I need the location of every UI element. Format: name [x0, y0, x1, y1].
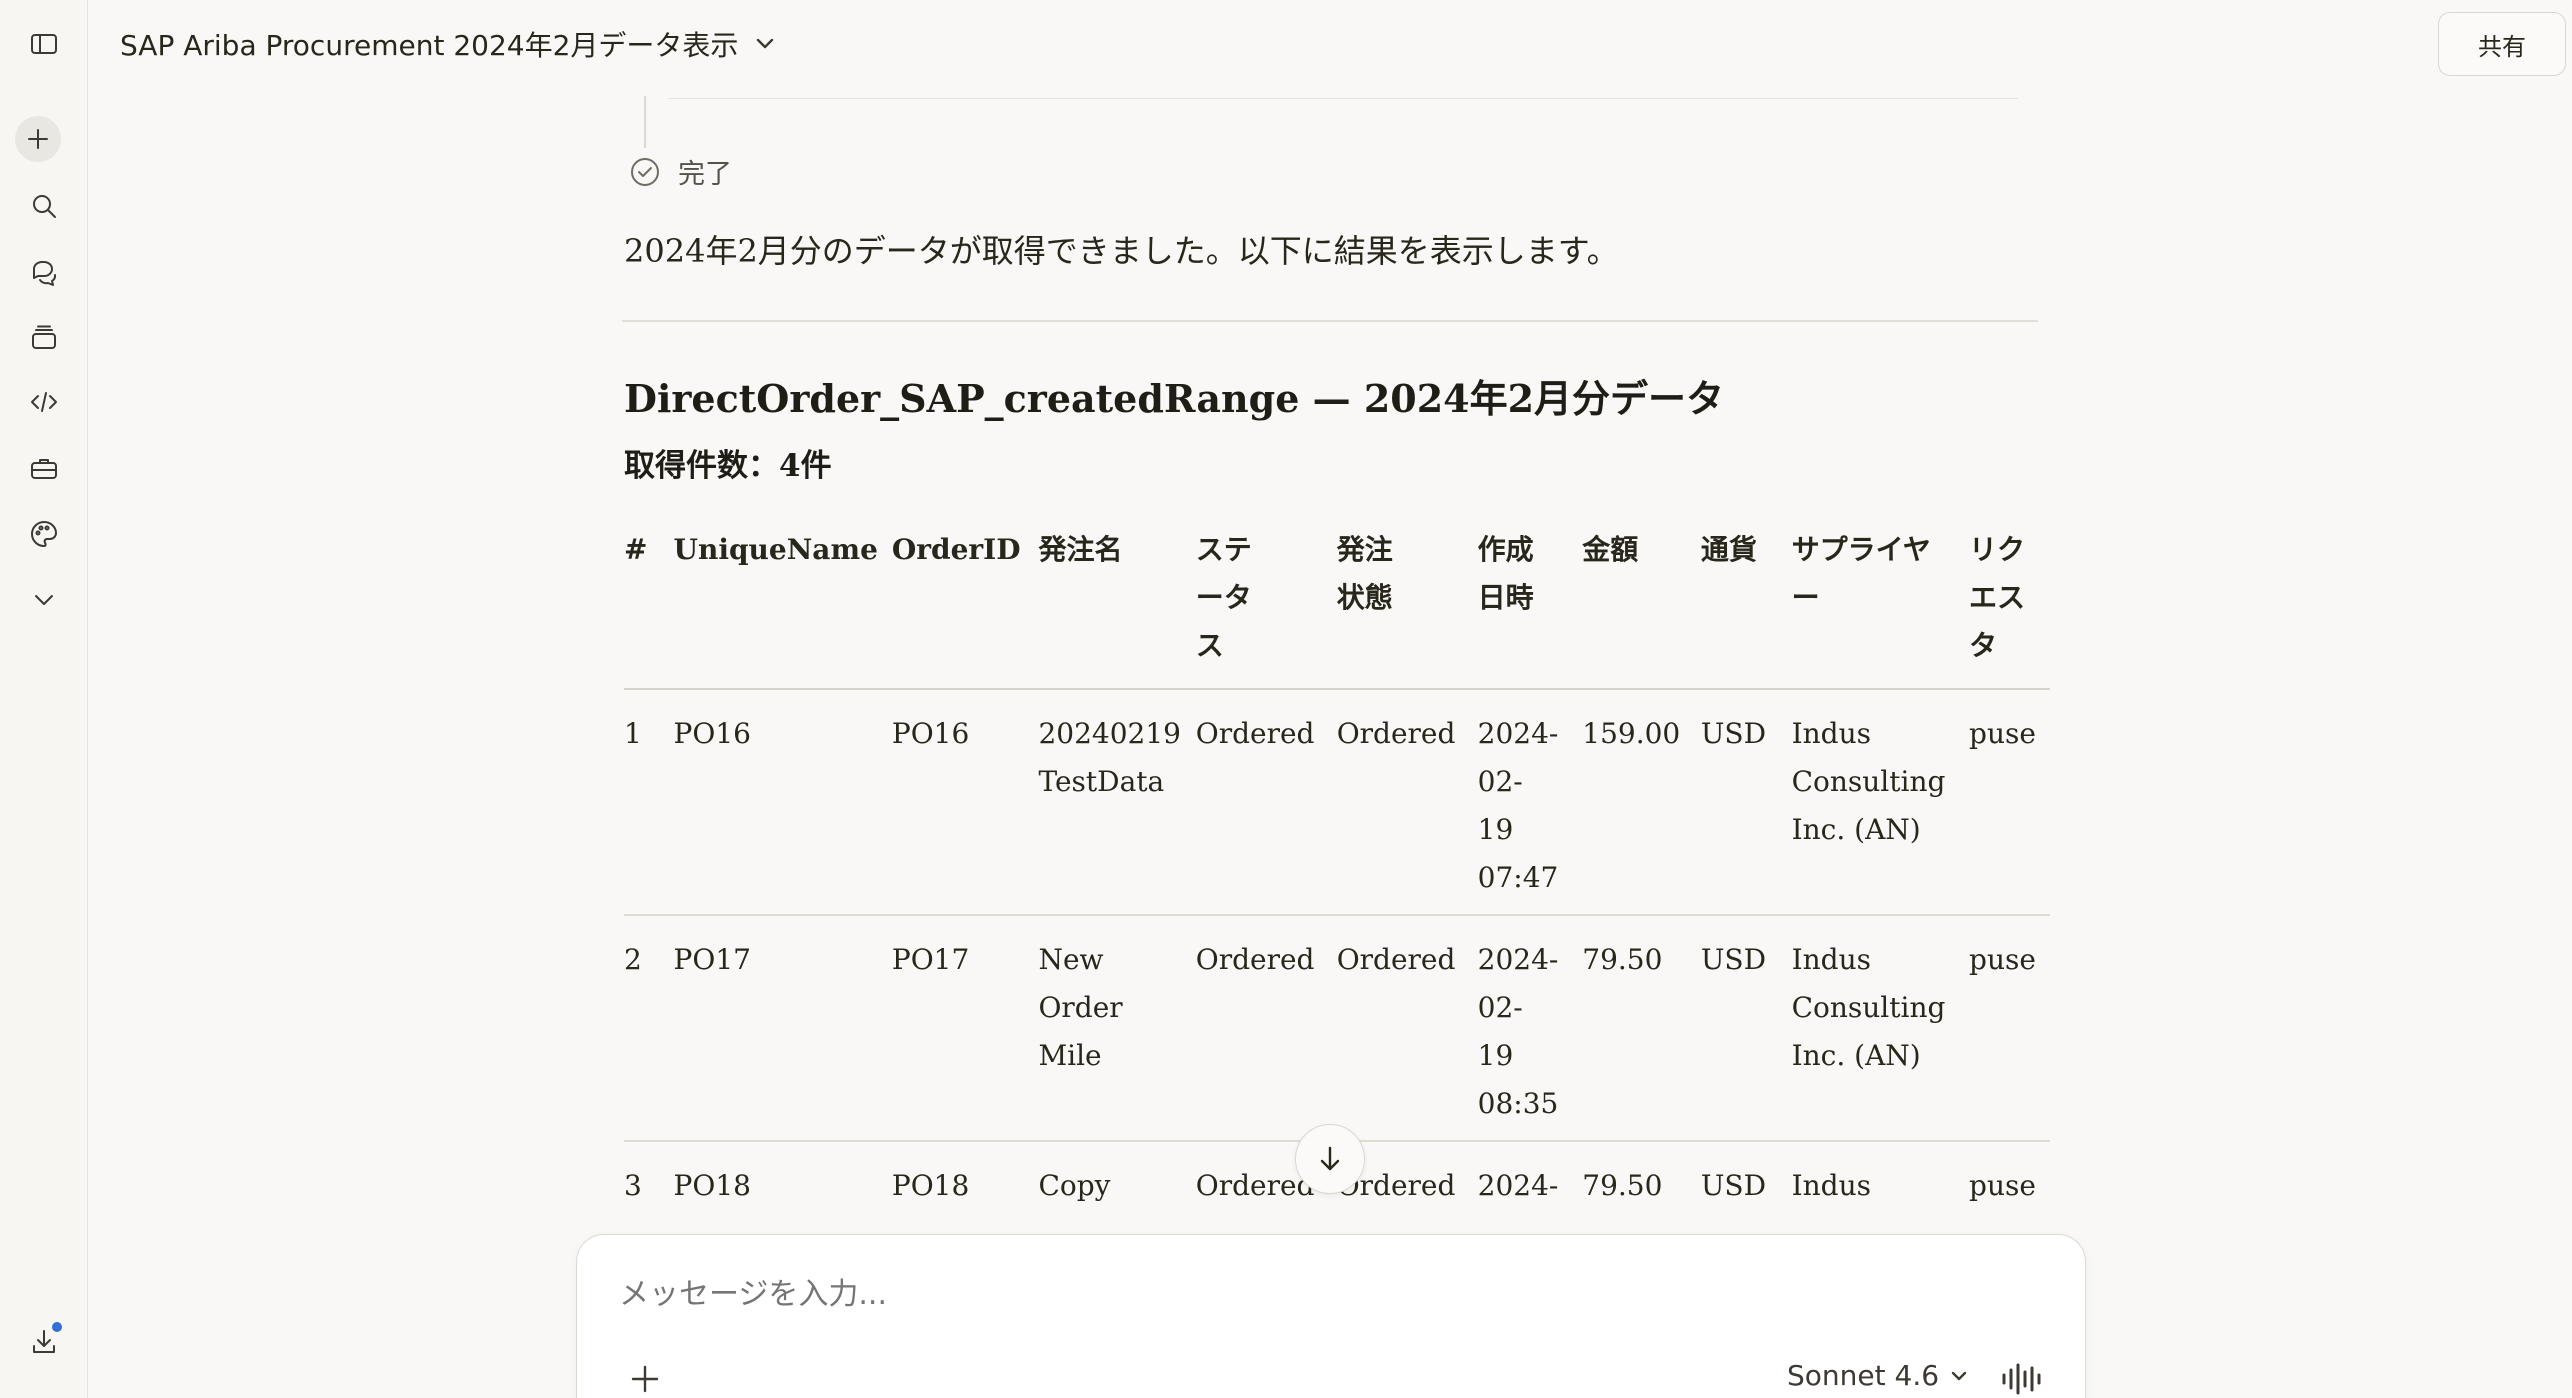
code-icon[interactable] — [18, 376, 70, 428]
section-heading: DirectOrder_SAP_createdRange — 2024年2月分デ… — [624, 376, 1725, 421]
table-cell: 159.00 — [1582, 689, 1701, 916]
table-cell: Copy of New Order Mile — [1038, 1141, 1196, 1212]
table-cell: Indus Consulting Inc. (AN) — [1791, 689, 1970, 916]
waveform-icon — [2002, 1363, 2041, 1395]
table-cell: Indus Consulting Inc. (AN) — [1791, 1141, 1970, 1212]
column-header: 通貨 — [1700, 512, 1792, 690]
divider — [622, 320, 2038, 322]
model-selector[interactable]: Sonnet 4.6 — [1787, 1359, 1969, 1392]
palette-icon[interactable] — [18, 508, 70, 560]
projects-icon[interactable] — [18, 312, 70, 364]
table-row: 2 PO17 PO17 New Order Mile Ordered Order… — [624, 915, 2050, 1142]
table-cell: Ordered — [1195, 915, 1337, 1142]
table-cell: PO16 — [673, 689, 892, 916]
tool-status[interactable]: 完了 — [628, 152, 732, 191]
sidebar-toggle-icon[interactable] — [18, 18, 70, 70]
table-cell: Ordered — [1336, 689, 1478, 916]
column-header: 発注名 — [1038, 512, 1196, 690]
table-cell: New Order Mile — [1038, 915, 1196, 1142]
model-name: Sonnet 4.6 — [1787, 1359, 1940, 1392]
table-cell: puse — [1969, 1141, 2050, 1212]
chevron-down-icon[interactable] — [18, 574, 70, 626]
chevron-down-icon — [757, 38, 774, 49]
notification-dot — [50, 1320, 64, 1334]
plus-icon — [631, 1365, 659, 1393]
share-button[interactable]: 共有 — [2438, 12, 2566, 76]
column-header: # — [624, 512, 674, 690]
table-cell: 79.50 — [1582, 1141, 1701, 1212]
table-cell: puse — [1969, 915, 2050, 1142]
table-cell: PO18 — [673, 1141, 892, 1212]
chevron-down-icon — [1951, 1371, 1967, 1380]
arrow-down-icon — [1320, 1146, 1340, 1171]
check-circle-icon — [631, 157, 659, 186]
table-header-row: # UniqueName OrderID 発注名 ステータス 発注状態 作成日時… — [624, 512, 2050, 690]
chat-title-dropdown[interactable]: SAP Ariba Procurement 2024年2月データ表示 — [120, 22, 778, 66]
search-icon[interactable] — [18, 180, 70, 232]
table-cell: 2024-02-19 08:35 — [1477, 915, 1583, 1142]
table-cell: 3 — [624, 1141, 674, 1212]
table-cell: Ordered — [1195, 689, 1337, 916]
message-intro: 2024年2月分のデータが取得できました。以下に結果を表示します。 — [624, 232, 1619, 270]
column-header: ステータス — [1195, 512, 1337, 690]
table-cell: PO16 — [891, 689, 1039, 916]
new-chat-button[interactable] — [15, 116, 61, 162]
table-cell: USD — [1700, 689, 1792, 916]
table-cell: 2 — [624, 915, 674, 1142]
message-composer: Sonnet 4.6 — [576, 1234, 2086, 1398]
column-header: サプライヤー — [1791, 512, 1970, 690]
sidebar — [0, 0, 88, 1398]
table-cell: 79.50 — [1582, 915, 1701, 1142]
table-cell: USD — [1700, 915, 1792, 1142]
toolbox-icon[interactable] — [18, 442, 70, 494]
column-header: リクエスタ — [1969, 512, 2050, 690]
chats-icon[interactable] — [18, 246, 70, 298]
message-input[interactable] — [619, 1277, 1819, 1312]
attach-button[interactable] — [625, 1359, 665, 1398]
table-cell: Indus Consulting Inc. (AN) — [1791, 915, 1970, 1142]
table-cell: 1 — [624, 689, 674, 916]
table-cell: 20240219 TestData — [1038, 689, 1196, 916]
page-title: SAP Ariba Procurement 2024年2月データ表示 — [120, 29, 739, 62]
plus-icon — [28, 129, 48, 149]
table-cell: 2024-02-19 09:04 — [1477, 1141, 1583, 1212]
thread-connector — [644, 96, 646, 148]
data-table: # UniqueName OrderID 発注名 ステータス 発注状態 作成日時… — [624, 512, 2050, 1212]
column-header: UniqueName — [673, 512, 892, 690]
table-row: 1 PO16 PO16 20240219 TestData Ordered Or… — [624, 689, 2050, 916]
divider — [668, 98, 2018, 99]
column-header: 金額 — [1582, 512, 1701, 690]
table-cell: Ordered — [1336, 915, 1478, 1142]
table-cell: PO17 — [891, 915, 1039, 1142]
table-cell: PO17 — [673, 915, 892, 1142]
table-cell: 2024-02-19 07:47 — [1477, 689, 1583, 916]
data-table-container[interactable]: # UniqueName OrderID 発注名 ステータス 発注状態 作成日時… — [624, 512, 2050, 1212]
table-cell: puse — [1969, 689, 2050, 916]
table-cell: PO18 — [891, 1141, 1039, 1212]
voice-input-button[interactable] — [1995, 1353, 2049, 1398]
status-label: 完了 — [678, 159, 732, 190]
column-header: 作成日時 — [1477, 512, 1583, 690]
column-header: 発注状態 — [1336, 512, 1478, 690]
column-header: OrderID — [891, 512, 1039, 690]
record-count: 取得件数：4件 — [624, 448, 832, 484]
download-icon[interactable] — [18, 1316, 70, 1368]
scroll-to-bottom-button[interactable] — [1295, 1124, 1365, 1194]
table-cell: USD — [1700, 1141, 1792, 1212]
